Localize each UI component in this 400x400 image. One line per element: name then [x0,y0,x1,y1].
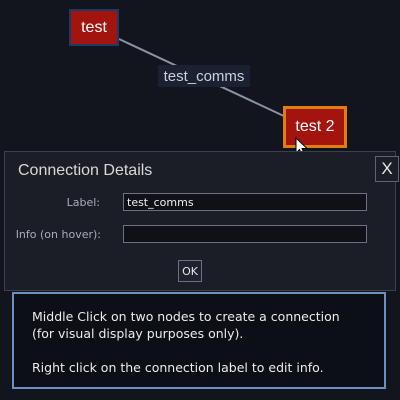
help-text-line: Right click on the connection label to e… [32,360,324,375]
label-field-label: Label: [66,196,100,209]
help-text-line: Middle Click on two nodes to create a co… [32,309,340,324]
label-input[interactable] [123,193,367,211]
node-test[interactable]: test [69,9,119,46]
connection-details-dialog: Connection Details X Label: Info (on hov… [4,151,399,291]
node-test-2[interactable]: test 2 [283,106,347,148]
help-text-line: (for visual display purposes only). [32,326,244,341]
info-field-label: Info (on hover): [15,228,101,241]
dialog-title: Connection Details [18,162,153,179]
connection-label[interactable]: test_comms [158,65,250,87]
help-box: Middle Click on two nodes to create a co… [12,292,386,389]
info-input[interactable] [123,225,367,243]
close-button[interactable]: X [375,156,399,182]
ok-button[interactable]: OK [178,260,202,282]
help-spacer [32,342,384,359]
